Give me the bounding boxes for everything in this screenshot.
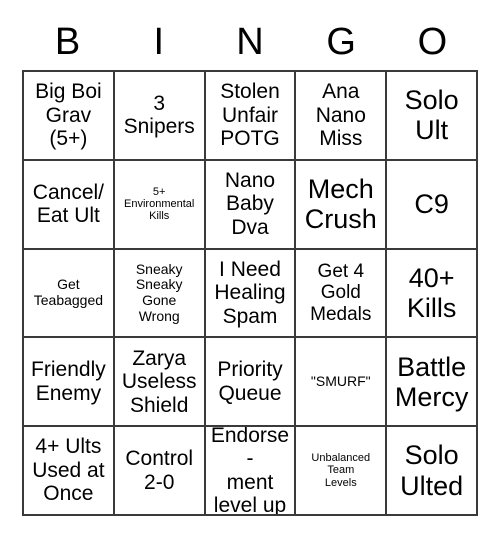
bingo-cell[interactable]: "SMURF" — [296, 338, 388, 428]
bingo-cell-label: Unbalanced Team Levels — [311, 452, 371, 489]
bingo-cell-label: Solo Ulted — [400, 440, 464, 501]
bingo-cell-label: Battle Mercy — [394, 351, 469, 412]
bingo-cell[interactable]: Big Boi Grav (5+) — [24, 72, 115, 161]
bingo-cell-label: Get 4 Gold Medals — [310, 261, 372, 325]
bingo-cell-label: Ana Nano Miss — [315, 80, 366, 151]
bingo-cell[interactable]: Zarya Useless Shield — [114, 338, 206, 428]
bingo-cell-label: 5+ Environmental Kills — [124, 185, 195, 223]
bingo-cell[interactable]: Mech Crush — [296, 160, 388, 250]
bingo-cell[interactable]: Solo Ult — [387, 72, 478, 161]
bingo-cell[interactable]: Sneaky Sneaky Gone Wrong — [114, 249, 206, 339]
bingo-cell[interactable]: I Need Healing Spam — [205, 249, 297, 339]
bingo-cell[interactable]: Ana Nano Miss — [296, 72, 388, 161]
bingo-header-letter-i: I — [153, 21, 165, 63]
bingo-cell-label: C9 — [414, 189, 449, 220]
bingo-grid: Big Boi Grav (5+) 3 Snipers Stolen Unfair … — [22, 70, 478, 516]
bingo-cell-label: Big Boi Grav (5+) — [35, 80, 102, 151]
bingo-cell[interactable]: Get Teabagged — [24, 249, 115, 339]
bingo-cell[interactable]: Get 4 Gold Medals — [296, 249, 388, 339]
bingo-cell[interactable]: Unbalanced Team Levels — [296, 427, 388, 516]
bingo-cell-label: Sneaky Sneaky Gone Wrong — [135, 260, 183, 324]
bingo-cell[interactable]: 5+ Environmental Kills — [114, 160, 206, 250]
bingo-cell-label: Mech Crush — [304, 173, 377, 235]
bingo-cell-label: Friendly Enemy — [31, 358, 106, 405]
bingo-cell[interactable]: Endorse- ment level up — [205, 427, 297, 516]
bingo-cell[interactable]: Solo Ulted — [387, 427, 478, 516]
bingo-cell-label: Zarya Useless Shield — [121, 346, 197, 417]
bingo-cell[interactable]: Cancel/ Eat Ult — [24, 160, 115, 250]
bingo-cell-label: Priority Queue — [217, 358, 283, 405]
bingo-header-letter-g: G — [326, 21, 356, 63]
bingo-cell[interactable]: 40+ Kills — [387, 249, 478, 339]
bingo-cell-label: "SMURF" — [310, 372, 371, 389]
bingo-cell[interactable]: Nano Baby Dva — [205, 160, 297, 250]
bingo-header-row: B I N G O — [22, 18, 478, 66]
bingo-header-letter-n: N — [236, 21, 264, 63]
bingo-cell-label: Control 2-0 — [125, 447, 194, 494]
bingo-cell[interactable]: Battle Mercy — [387, 338, 478, 428]
bingo-cell-label: Cancel/ Eat Ult — [32, 180, 104, 228]
bingo-cell-label: 4+ Ults Used at Once — [32, 435, 105, 506]
bingo-cell[interactable]: Stolen Unfair POTG — [205, 72, 297, 161]
bingo-cell[interactable]: C9 — [387, 160, 478, 250]
bingo-cell-label: I Need Healing Spam — [214, 257, 286, 328]
bingo-cell-label: Stolen Unfair POTG — [220, 80, 280, 151]
bingo-cell-label: 40+ Kills — [406, 262, 457, 323]
bingo-cell-label: Endorse- ment level up — [210, 427, 290, 516]
bingo-cell[interactable]: 3 Snipers — [114, 72, 206, 161]
bingo-cell-label: Nano Baby Dva — [224, 168, 276, 239]
bingo-cell-label: Get Teabagged — [33, 276, 104, 308]
bingo-cell[interactable]: 4+ Ults Used at Once — [24, 427, 115, 516]
bingo-cell[interactable]: Friendly Enemy — [24, 338, 115, 428]
bingo-cell[interactable]: Control 2-0 — [114, 427, 206, 516]
bingo-header-letter-o: O — [417, 21, 448, 63]
bingo-cell-label: 3 Snipers — [123, 91, 195, 139]
bingo-cell[interactable]: Priority Queue — [205, 338, 297, 428]
bingo-card: B I N G O Big Boi Grav (5+) 3 Snipers Stol… — [0, 0, 500, 544]
bingo-cell-label: Solo Ult — [404, 85, 459, 146]
bingo-header-letter-b: B — [54, 21, 81, 63]
